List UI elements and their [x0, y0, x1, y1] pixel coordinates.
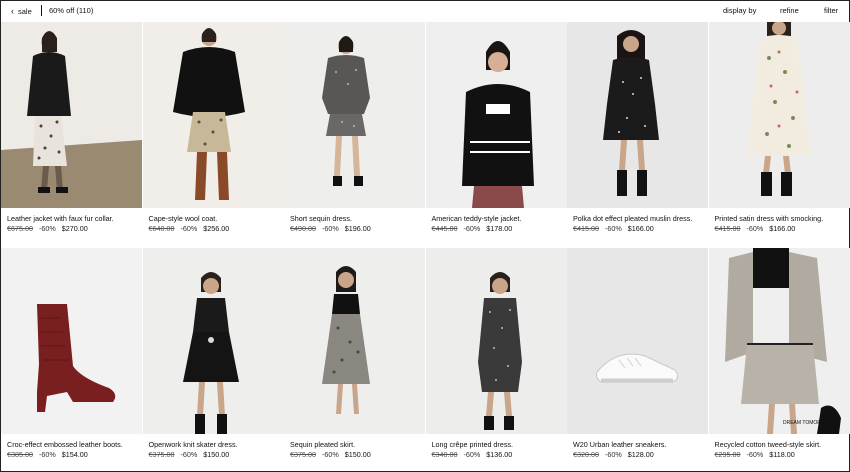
product-image[interactable]: [425, 22, 567, 208]
product-image[interactable]: [1, 248, 142, 434]
product-name[interactable]: Printed satin dress with smocking.: [715, 214, 824, 223]
original-price: €445.00: [431, 224, 458, 233]
product-image[interactable]: [425, 248, 567, 434]
filter-button[interactable]: filter: [824, 6, 838, 15]
product-card[interactable]: Printed satin dress with smocking. €415.…: [708, 22, 850, 233]
refine-button[interactable]: refine: [780, 6, 799, 15]
discount-badge: -60%: [321, 450, 339, 459]
result-count: 60% off (110): [49, 6, 94, 15]
product-name[interactable]: American teddy-style jacket.: [432, 214, 522, 223]
sale-price: $166.00: [769, 224, 796, 233]
discount-badge: -60%: [180, 224, 198, 233]
product-prices: €490.00 -60% $196.00: [290, 224, 371, 233]
sale-price: $196.00: [344, 224, 371, 233]
display-by-button[interactable]: display by: [723, 6, 756, 15]
product-card[interactable]: Cape-style wool coat. €640.00 -60% $256.00: [142, 22, 284, 233]
original-price: €375.00: [290, 450, 316, 459]
original-price: €320.00: [573, 450, 599, 459]
discount-badge: -60%: [463, 450, 481, 459]
chevron-left-icon: ‹: [11, 6, 14, 16]
product-name[interactable]: Leather jacket with faux fur collar.: [7, 214, 114, 223]
discount-badge: -60%: [38, 224, 56, 233]
original-price: €675.00: [7, 224, 33, 233]
sale-price: $150.00: [344, 450, 371, 459]
product-card[interactable]: Polka dot effect pleated muslin dress. €…: [567, 22, 708, 233]
product-prices: €375.00 -60% $150.00: [149, 450, 230, 459]
discount-badge: -60%: [463, 224, 481, 233]
original-price: €340.00: [431, 450, 458, 459]
discount-badge: -60%: [38, 450, 56, 459]
sale-price: $128.00: [627, 450, 654, 459]
product-name[interactable]: Cape-style wool coat.: [149, 214, 218, 223]
top-toolbar: ‹ sale 60% off (110) display by refine fi…: [0, 0, 850, 22]
sale-price: $154.00: [61, 450, 88, 459]
discount-badge: -60%: [604, 224, 622, 233]
product-image[interactable]: [284, 248, 425, 434]
sale-price: $178.00: [486, 224, 513, 233]
product-card[interactable]: Croc-effect embossed leather boots. €385…: [1, 248, 142, 459]
discount-badge: -60%: [604, 450, 622, 459]
product-name[interactable]: W20 Urban leather sneakers.: [573, 440, 666, 449]
original-price: €640.00: [148, 224, 175, 233]
discount-badge: -60%: [746, 450, 764, 459]
product-prices: €675.00 -60% $270.00: [7, 224, 88, 233]
product-image[interactable]: [284, 22, 425, 208]
sale-price: $136.00: [486, 450, 513, 459]
product-name[interactable]: Long crêpe printed dress.: [432, 440, 514, 449]
product-prices: €375.00 -60% $150.00: [290, 450, 371, 459]
back-to-sale-link[interactable]: ‹ sale: [11, 6, 32, 16]
product-name[interactable]: Polka dot effect pleated muslin dress.: [573, 214, 692, 223]
original-price: €375.00: [148, 450, 175, 459]
product-image[interactable]: [142, 22, 284, 208]
product-prices: €385.00 -60% $154.00: [7, 450, 88, 459]
product-card[interactable]: Short sequin dress. €490.00 -60% $196.00: [284, 22, 425, 233]
discount-badge: -60%: [180, 450, 198, 459]
product-card[interactable]: W20 Urban leather sneakers. €320.00 -60% $…: [567, 248, 708, 459]
sale-price: $270.00: [61, 224, 88, 233]
product-prices: €415.00 -60% $166.00: [573, 224, 654, 233]
product-name[interactable]: Openwork knit skater dress.: [149, 440, 238, 449]
product-image[interactable]: [708, 22, 850, 208]
original-price: €295.00: [714, 450, 741, 459]
sale-price: $150.00: [203, 450, 230, 459]
product-image[interactable]: [567, 22, 708, 208]
sale-price: $256.00: [203, 224, 230, 233]
product-image[interactable]: [1, 22, 142, 208]
product-card[interactable]: DREAM TOMORROW Recycled cotton tweed-sty…: [708, 248, 850, 459]
product-prices: €340.00 -60% $136.00: [432, 450, 513, 459]
divider: [41, 5, 42, 16]
product-prices: €640.00 -60% $256.00: [149, 224, 230, 233]
product-prices: €320.00 -60% $128.00: [573, 450, 654, 459]
product-card[interactable]: Leather jacket with faux fur collar. €67…: [1, 22, 142, 233]
product-image[interactable]: DREAM TOMORROW: [708, 248, 850, 434]
product-card[interactable]: American teddy-style jacket. €445.00 -60%…: [425, 22, 567, 233]
product-name[interactable]: Short sequin dress.: [290, 214, 352, 223]
original-price: €415.00: [714, 224, 741, 233]
sale-price: $166.00: [627, 224, 654, 233]
product-name[interactable]: Croc-effect embossed leather boots.: [7, 440, 123, 449]
original-price: €385.00: [7, 450, 33, 459]
original-price: €490.00: [290, 224, 316, 233]
product-prices: €295.00 -60% $118.00: [715, 450, 795, 459]
image-caption-text: DREAM TOMORROW: [783, 420, 833, 426]
product-name[interactable]: Recycled cotton tweed-style skirt.: [715, 440, 822, 449]
discount-badge: -60%: [321, 224, 339, 233]
product-card[interactable]: Long crêpe printed dress. €340.00 -60% $13…: [425, 248, 567, 459]
original-price: €415.00: [573, 224, 599, 233]
product-prices: €415.00 -60% $166.00: [715, 224, 796, 233]
product-image[interactable]: [142, 248, 284, 434]
product-card[interactable]: Openwork knit skater dress. €375.00 -60% $…: [142, 248, 284, 459]
product-name[interactable]: Sequin pleated skirt.: [290, 440, 355, 449]
product-image[interactable]: [567, 248, 708, 434]
back-label: sale: [18, 7, 32, 16]
discount-badge: -60%: [746, 224, 764, 233]
product-prices: €445.00 -60% $178.00: [432, 224, 513, 233]
product-card[interactable]: Sequin pleated skirt. €375.00 -60% $150.00: [284, 248, 425, 459]
sale-price: $118.00: [769, 450, 795, 459]
